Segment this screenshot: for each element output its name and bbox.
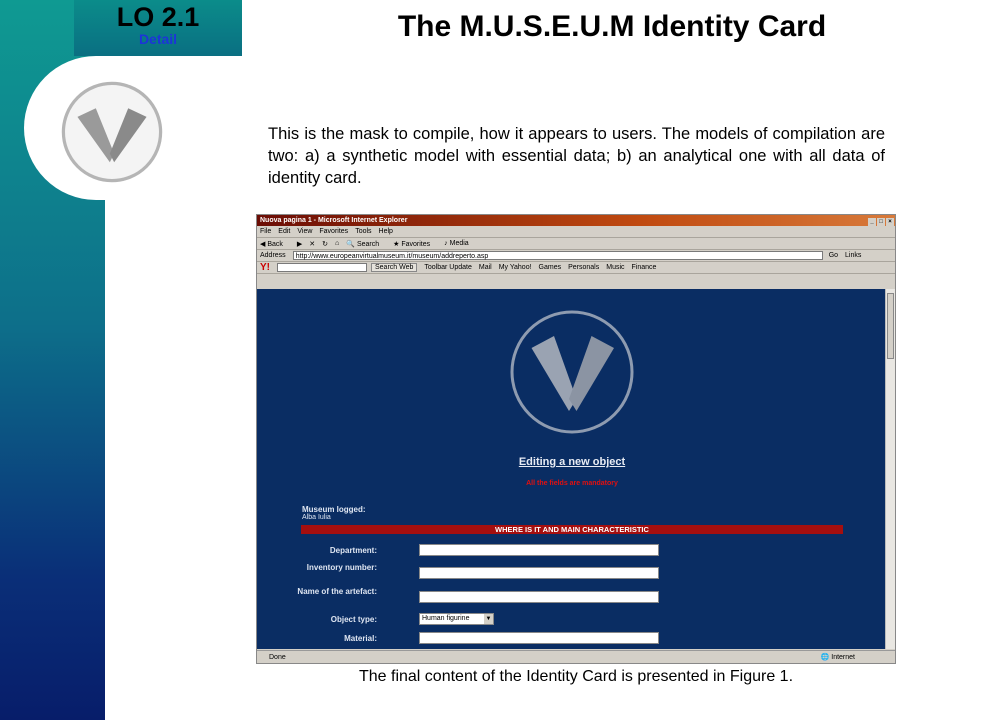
media-button[interactable]: ♪ Media	[444, 240, 476, 247]
zone-label: Internet	[831, 654, 855, 661]
menu-file[interactable]: File	[260, 228, 271, 235]
yahoo-finance[interactable]: Finance	[632, 264, 657, 271]
vertical-scrollbar[interactable]	[885, 289, 895, 649]
address-bar: Address http://www.europeanvirtualmuseum…	[257, 250, 895, 262]
material-input[interactable]	[419, 632, 659, 644]
menu-help[interactable]: Help	[379, 228, 393, 235]
yahoo-logo[interactable]: Y!	[260, 262, 270, 273]
menu-bar: File Edit View Favorites Tools Help	[257, 226, 895, 238]
zone-indicator: 🌐 Internet	[820, 654, 855, 661]
address-label: Address	[260, 252, 286, 259]
refresh-icon[interactable]: ↻	[322, 240, 328, 248]
lo-title: LO 2.1	[116, 2, 200, 32]
museum-logo-icon	[61, 81, 163, 183]
search-web-button[interactable]: Search Web	[371, 263, 418, 272]
description-paragraph: This is the mask to compile, how it appe…	[268, 125, 885, 187]
window-title: Nuova pagina 1 - Microsoft Internet Expl…	[260, 217, 408, 224]
maximize-icon[interactable]: □	[877, 218, 885, 226]
links-label[interactable]: Links	[845, 252, 861, 259]
yahoo-games[interactable]: Games	[539, 264, 562, 271]
department-label: Department:	[329, 546, 377, 555]
go-button[interactable]: Go	[829, 252, 838, 259]
museum-project-logo-icon	[510, 310, 634, 434]
slide-title: The M.U.S.E.U.M Identity Card	[397, 10, 827, 43]
media-label: Media	[449, 240, 469, 247]
artefact-name-label: Name of the artefact:	[297, 587, 377, 596]
standard-toolbar: ◀ Back ▶ ✕ ↻ ⌂ 🔍 Search ★ Favorites ♪ Me…	[257, 238, 895, 250]
menu-tools[interactable]: Tools	[355, 228, 371, 235]
artefact-name-input[interactable]	[419, 591, 659, 603]
section-header: WHERE IS IT AND MAIN CHARACTERISTIC	[301, 525, 843, 534]
figure-caption: The final content of the Identity Card i…	[358, 668, 794, 685]
yahoo-my-yahoo[interactable]: My Yahoo!	[499, 264, 532, 271]
status-bar: Done 🌐 Internet	[257, 650, 895, 663]
favorites-button[interactable]: ★ Favorites	[393, 240, 437, 248]
address-input[interactable]: http://www.europeanvirtualmuseum.it/muse…	[292, 251, 823, 260]
object-type-label: Object type:	[330, 615, 377, 624]
object-type-select[interactable]: Human figurine ▼	[419, 613, 494, 625]
minimize-icon[interactable]: _	[868, 218, 876, 226]
yahoo-music[interactable]: Music	[606, 264, 624, 271]
lo-badge: LO 2.1 Detail	[74, 0, 242, 56]
back-label: Back	[267, 240, 283, 248]
scrollbar-thumb[interactable]	[887, 293, 894, 359]
close-icon[interactable]: ×	[886, 218, 894, 226]
yahoo-mail[interactable]: Mail	[479, 264, 492, 271]
museum-logged-label: Museum logged:	[302, 505, 366, 514]
yahoo-search-input[interactable]	[277, 263, 367, 272]
menu-edit[interactable]: Edit	[278, 228, 290, 235]
web-page-content: Editing a new object All the fields are …	[257, 289, 887, 649]
search-button[interactable]: 🔍 Search	[346, 240, 386, 248]
mandatory-note: All the fields are mandatory	[526, 480, 618, 487]
browser-titlebar: Nuova pagina 1 - Microsoft Internet Expl…	[257, 215, 895, 226]
menu-view[interactable]: View	[297, 228, 312, 235]
menu-favorites[interactable]: Favorites	[319, 228, 348, 235]
material-label: Material:	[344, 634, 377, 643]
search-label: Search	[356, 240, 380, 248]
stop-icon[interactable]: ✕	[309, 240, 315, 248]
lo-subtitle: Detail	[138, 31, 178, 47]
home-icon[interactable]: ⌂	[335, 240, 339, 247]
forward-icon[interactable]: ▶	[297, 240, 302, 248]
yahoo-toolbar: Y! Search Web Toolbar Update Mail My Yah…	[257, 262, 895, 274]
browser-screenshot: Nuova pagina 1 - Microsoft Internet Expl…	[256, 214, 896, 664]
inventory-number-label: Inventory number:	[306, 563, 377, 572]
yahoo-toolbar-update[interactable]: Toolbar Update	[424, 264, 471, 271]
department-input[interactable]	[419, 544, 659, 556]
favorites-label: Favorites	[401, 240, 431, 248]
museum-logged-value: Alba Iulia	[302, 514, 331, 521]
editing-heading: Editing a new object	[518, 456, 626, 468]
inventory-number-input[interactable]	[419, 567, 659, 579]
status-text: Done	[269, 654, 286, 661]
back-button[interactable]: ◀ Back	[260, 240, 290, 248]
object-type-value: Human figurine	[422, 615, 470, 622]
yahoo-personals[interactable]: Personals	[568, 264, 599, 271]
chevron-down-icon[interactable]: ▼	[484, 614, 493, 624]
